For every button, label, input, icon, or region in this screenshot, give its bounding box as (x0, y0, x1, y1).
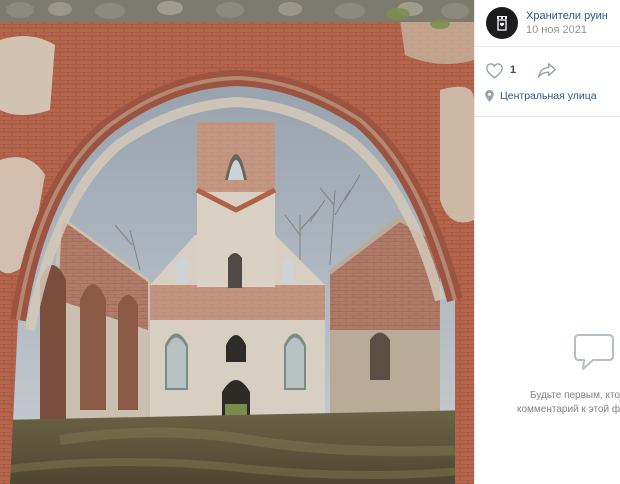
post-date: 10 ноя 2021 (526, 24, 587, 36)
author-avatar[interactable] (486, 7, 518, 39)
author-name-link[interactable]: Хранители руин (526, 10, 608, 22)
post-photo[interactable] (0, 0, 474, 484)
share-button[interactable] (535, 59, 559, 81)
post-author-block: Хранители руин 10 ноя 2021 (475, 0, 620, 46)
share-arrow-icon (537, 62, 557, 78)
location-link[interactable]: Центральная улица (485, 90, 597, 102)
heart-icon (486, 62, 503, 79)
speech-bubble-icon (574, 334, 614, 370)
empty-comments-text: комментарий к этой ф (517, 404, 620, 415)
like-button[interactable]: 1 (485, 59, 516, 81)
empty-comments-text: Будьте первым, кто (530, 390, 620, 401)
ruin-photo-illustration (0, 0, 474, 484)
post-side-panel: Хранители руин 10 ноя 2021 1 Центральная… (474, 0, 620, 484)
like-count: 1 (510, 64, 517, 76)
divider (475, 116, 620, 117)
divider (475, 46, 620, 47)
location-pin-icon (485, 90, 494, 102)
location-label: Центральная улица (500, 90, 597, 102)
castle-tower-logo (497, 16, 507, 31)
